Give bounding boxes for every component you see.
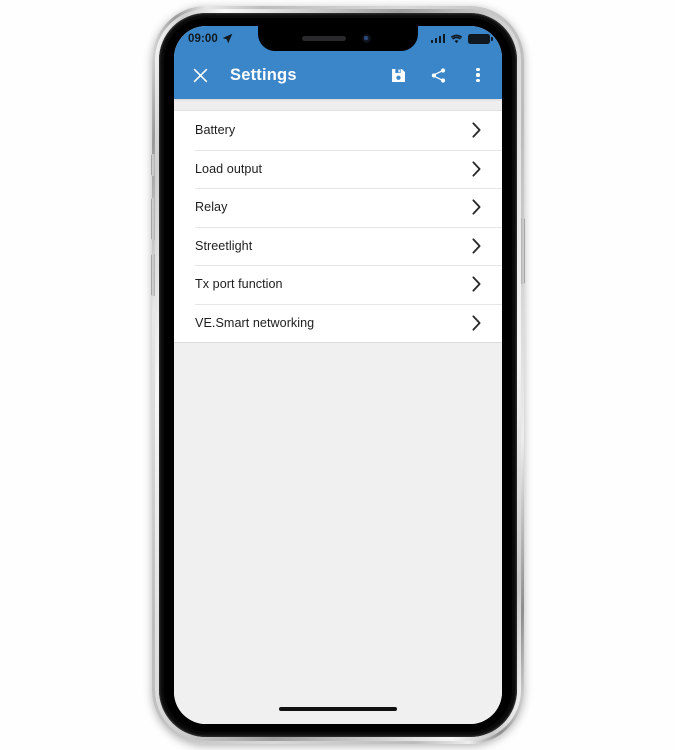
chevron-right-icon xyxy=(472,161,481,177)
chevron-right-icon xyxy=(472,238,481,254)
settings-item-load-output[interactable]: Load output xyxy=(174,149,502,189)
settings-item-label: Tx port function xyxy=(195,277,283,292)
screenshot-canvas: 09:00 Settings Battery Load output Relay… xyxy=(0,0,675,750)
status-bar-time: 09:00 xyxy=(188,32,218,45)
settings-item-label: VE.Smart networking xyxy=(195,315,315,330)
content-top-gap xyxy=(174,99,502,110)
settings-item-label: Relay xyxy=(195,200,228,215)
settings-item-relay[interactable]: Relay xyxy=(174,188,502,227)
save-floppy-icon xyxy=(391,68,405,82)
save-button[interactable] xyxy=(378,51,418,99)
settings-content: Battery Load output Relay Streetlight Tx… xyxy=(174,99,502,724)
power-button[interactable] xyxy=(521,218,525,284)
volume-down-button[interactable] xyxy=(151,254,155,296)
status-bar-right xyxy=(430,26,493,51)
settings-item-tx-port-function[interactable]: Tx port function xyxy=(174,265,502,304)
settings-item-label: Streetlight xyxy=(195,238,253,253)
overflow-menu-button[interactable] xyxy=(458,51,498,99)
cellular-signal-icon xyxy=(430,34,445,43)
chevron-right-icon xyxy=(472,122,481,138)
page-title: Settings xyxy=(230,65,297,84)
settings-item-label: Battery xyxy=(195,123,236,138)
settings-item-ve-smart-networking[interactable]: VE.Smart networking xyxy=(174,303,502,343)
wifi-icon xyxy=(450,34,463,43)
chevron-right-icon xyxy=(472,199,481,215)
settings-item-battery[interactable]: Battery xyxy=(174,111,502,150)
settings-item-streetlight[interactable]: Streetlight xyxy=(174,226,502,266)
volume-up-button[interactable] xyxy=(151,198,155,240)
device-notch xyxy=(258,26,418,51)
chevron-right-icon xyxy=(472,315,481,331)
mute-switch-button[interactable] xyxy=(151,154,155,176)
app-bar: Settings xyxy=(174,51,502,99)
location-arrow-icon xyxy=(222,33,233,44)
share-button[interactable] xyxy=(418,51,458,99)
home-indicator-bar[interactable] xyxy=(279,706,397,711)
share-icon xyxy=(431,67,445,83)
chevron-right-icon xyxy=(472,276,481,292)
battery-full-icon xyxy=(468,33,493,44)
phone-device-frame: 09:00 Settings Battery Load output Relay… xyxy=(151,6,525,744)
phone-screen: 09:00 Settings Battery Load output Relay… xyxy=(174,26,502,724)
status-bar-left: 09:00 xyxy=(188,26,233,51)
earpiece-speaker-icon xyxy=(302,36,346,41)
app-bar-actions xyxy=(378,51,498,99)
front-camera-icon xyxy=(362,34,371,43)
close-x-icon xyxy=(193,68,207,82)
settings-list: Battery Load output Relay Streetlight Tx… xyxy=(174,110,502,343)
more-vertical-icon xyxy=(476,67,480,83)
settings-item-label: Load output xyxy=(195,161,263,176)
close-button[interactable] xyxy=(180,51,220,99)
